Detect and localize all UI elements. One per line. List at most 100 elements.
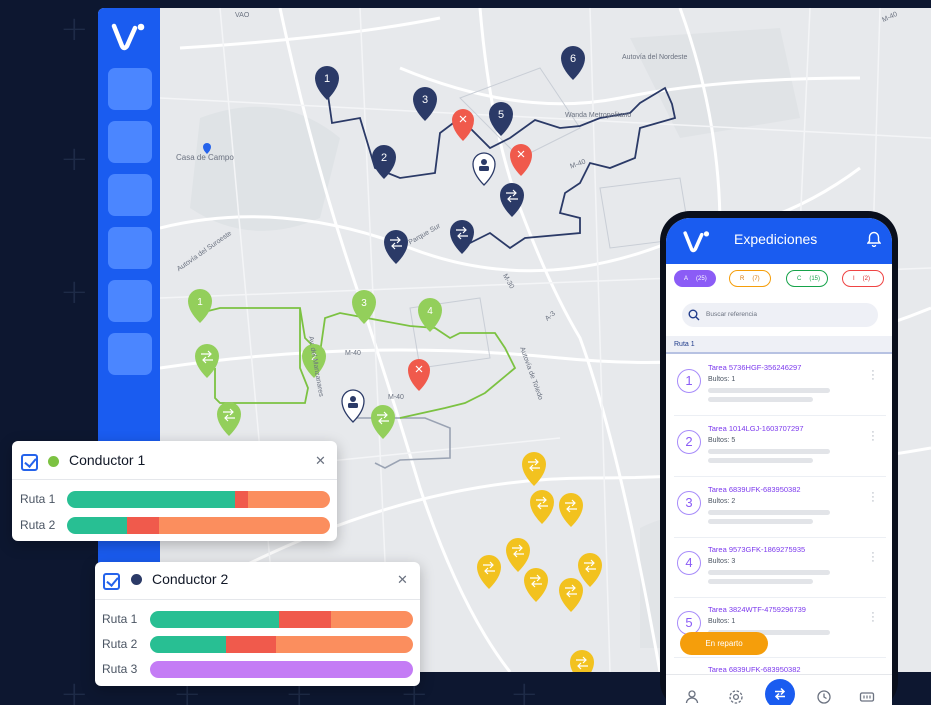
task-number: 3	[677, 491, 701, 515]
task-bultos: Bultos: 1	[708, 618, 736, 625]
task-item[interactable]: 2 Tarea 1014LGJ-1603707297 Bultos: 5 · · ·	[674, 417, 886, 477]
placeholder-line	[708, 579, 813, 584]
driver-card-2[interactable]: Conductor 2 ✕ Ruta 1 Ruta 2 Ruta 3	[95, 562, 420, 686]
task-number: 2	[677, 430, 701, 454]
segment-failed	[235, 491, 249, 508]
sidebar-button-5[interactable]	[108, 280, 152, 322]
more-options-icon[interactable]: · · ·	[870, 488, 876, 507]
map-label: M-40	[345, 350, 361, 357]
close-icon[interactable]: ✕	[397, 573, 408, 588]
close-icon[interactable]: ✕	[315, 454, 326, 469]
vw-logo-icon	[683, 231, 710, 253]
map-pin-label: 6	[570, 53, 576, 65]
route-progress-bar	[67, 491, 330, 508]
filter-chip-a[interactable]: A (25)	[674, 270, 716, 287]
segment-pending	[248, 491, 330, 508]
filter-chip-r[interactable]: R (7)	[729, 270, 771, 287]
map-pin-label: 3	[361, 298, 367, 309]
bottom-tab-bar	[666, 674, 892, 705]
driver-card-1[interactable]: Conductor 1 ✕ Ruta 1 Ruta 2	[12, 441, 337, 541]
filter-chip-i[interactable]: I (2)	[842, 270, 884, 287]
map-label: Autovía del Nordeste	[622, 54, 688, 61]
more-options-icon[interactable]: · · ·	[870, 427, 876, 446]
card-divider	[12, 479, 337, 480]
sidebar-button-3[interactable]	[108, 174, 152, 216]
driver-checkbox[interactable]	[21, 454, 38, 471]
filter-letter: I	[853, 275, 855, 282]
segment-completed	[150, 636, 227, 653]
driver-name: Conductor 1	[69, 452, 146, 468]
task-bultos: Bultos: 5	[708, 437, 736, 444]
task-item[interactable]: 4 Tarea 9573GFK-1869275935 Bultos: 3 · · ·	[674, 538, 886, 598]
background-plus-mark: +	[60, 272, 89, 312]
map-pin-label: 5	[498, 109, 504, 121]
route-label: Ruta 2	[20, 518, 56, 532]
route-label: Ruta 2	[102, 637, 138, 651]
driver-checkbox[interactable]	[103, 573, 120, 590]
transfer-tab-button[interactable]	[765, 679, 795, 705]
filter-letter: A	[684, 275, 689, 282]
segment-completed	[150, 611, 279, 628]
search-input[interactable]: Buscar referencia	[682, 303, 878, 327]
sidebar-button-1[interactable]	[108, 68, 152, 110]
clock-icon[interactable]	[816, 689, 832, 705]
task-name: Tarea 9573GFK-1869275935	[708, 545, 806, 554]
task-name: Tarea 5736HGF-356246297	[708, 363, 802, 372]
task-bultos: Bultos: 1	[708, 376, 736, 383]
task-name: Tarea 3824WTF-4759296739	[708, 605, 806, 614]
task-bultos: Bultos: 3	[708, 558, 736, 565]
segment-completed	[67, 491, 236, 508]
truck-icon[interactable]	[859, 689, 875, 705]
more-options-icon[interactable]: · · ·	[870, 608, 876, 627]
map-pin-label: 4	[427, 306, 433, 317]
route-label: Ruta 3	[102, 662, 138, 676]
filter-chip-c[interactable]: C (15)	[786, 270, 828, 287]
settings-icon[interactable]	[728, 689, 744, 705]
task-item[interactable]: 3 Tarea 6839UFK-683950382 Bultos: 2 · · ·	[674, 478, 886, 538]
route-label: Ruta 1	[20, 492, 56, 506]
map-pin-label: 3	[422, 94, 428, 106]
segment-route	[150, 661, 413, 678]
card-divider	[95, 599, 420, 600]
route-progress-bar	[150, 636, 413, 653]
task-number: 1	[677, 369, 701, 393]
search-placeholder: Buscar referencia	[706, 311, 757, 318]
more-options-icon[interactable]: · · ·	[870, 366, 876, 385]
task-name: Tarea 6839UFK-683950382	[708, 665, 801, 674]
filter-count: (25)	[696, 275, 707, 282]
transfer-icon	[774, 687, 786, 701]
route-section-header: Ruta 1	[666, 336, 892, 354]
segment-pending	[331, 611, 413, 628]
map-pin-label: 1	[197, 297, 203, 308]
map-label: Wanda Metropolitano	[565, 112, 632, 119]
sidebar-button-6[interactable]	[108, 333, 152, 375]
filter-count: (15)	[809, 275, 821, 282]
background-plus-mark: +	[60, 674, 89, 705]
bell-icon[interactable]	[867, 231, 881, 247]
phone-header: Expediciones	[666, 218, 892, 264]
segment-failed	[278, 611, 332, 628]
sidebar-button-2[interactable]	[108, 121, 152, 163]
placeholder-line	[708, 519, 813, 524]
background-plus-mark: +	[60, 9, 89, 49]
placeholder-line	[708, 397, 813, 402]
route-progress-bar	[150, 611, 413, 628]
task-name: Tarea 6839UFK-683950382	[708, 485, 801, 494]
driver-name: Conductor 2	[152, 571, 229, 587]
task-item[interactable]: 1 Tarea 5736HGF-356246297 Bultos: 1 · · ·	[674, 356, 886, 416]
segment-pending	[276, 636, 413, 653]
user-icon[interactable]	[684, 689, 700, 705]
more-options-icon[interactable]: · · ·	[870, 548, 876, 567]
route-label: Ruta 1	[102, 612, 138, 626]
segment-pending	[159, 517, 330, 534]
driver-color-dot	[48, 456, 59, 467]
status-badge[interactable]: En reparto	[680, 632, 768, 655]
search-icon	[688, 309, 700, 321]
map-pin-label: 1	[324, 73, 330, 85]
sidebar-button-4[interactable]	[108, 227, 152, 269]
route-progress-bar	[150, 661, 413, 678]
map-label: VAO	[235, 12, 250, 19]
placeholder-line	[708, 388, 830, 393]
map-pin-label: 2	[381, 152, 387, 164]
map-label: M-40	[388, 394, 404, 401]
